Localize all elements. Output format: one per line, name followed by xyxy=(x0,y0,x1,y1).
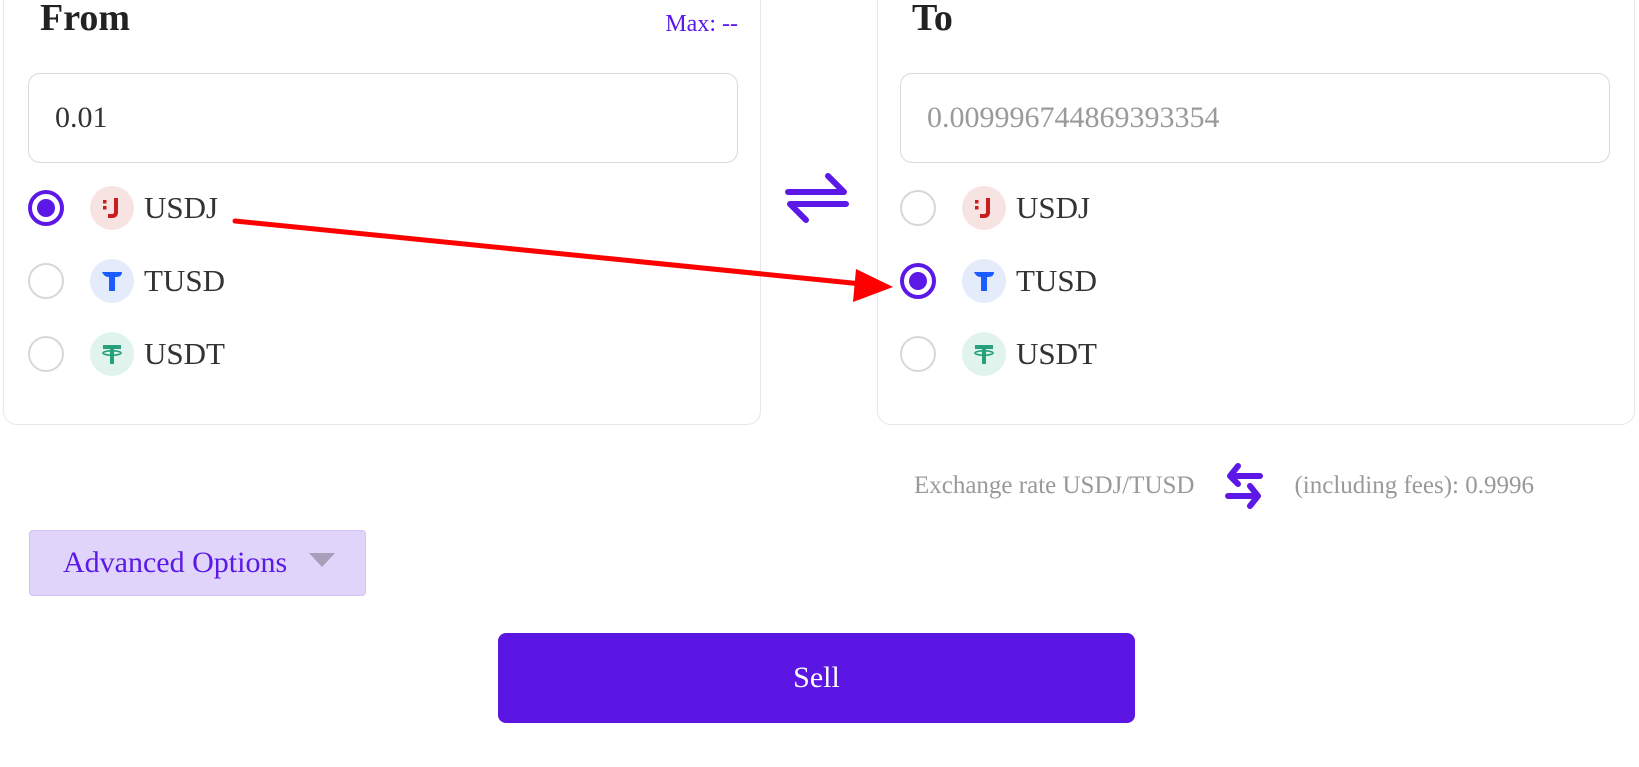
exchange-rate-prefix: Exchange rate USDJ/TUSD xyxy=(913,472,1195,499)
sell-button[interactable]: Sell xyxy=(498,633,1135,723)
from-radio-usdt[interactable] xyxy=(28,335,64,372)
from-panel: From Max: -- USDJ xyxy=(3,0,761,425)
exchange-rate-line: Exchange rate USDJ/TUSD (including fees)… xyxy=(914,458,1534,514)
tusd-icon xyxy=(962,258,1006,303)
exchange-rate-suffix: (including fees): 0.9996 xyxy=(1294,472,1534,499)
to-amount-input[interactable] xyxy=(900,73,1610,163)
to-radio-usdt[interactable] xyxy=(900,335,936,372)
swap-rate-icon[interactable] xyxy=(1216,458,1272,514)
from-option-usdj[interactable]: USDJ xyxy=(28,171,225,244)
tusd-icon xyxy=(90,258,134,303)
from-option-label: TUSD xyxy=(144,262,225,298)
from-option-label: USDJ xyxy=(144,189,219,225)
advanced-options-button[interactable]: Advanced Options xyxy=(29,530,366,596)
from-option-tusd[interactable]: TUSD xyxy=(28,244,225,317)
from-token-list: USDJ TUSD USDT xyxy=(28,171,225,390)
from-option-usdt[interactable]: USDT xyxy=(28,317,225,390)
to-option-usdt[interactable]: USDT xyxy=(900,317,1097,390)
from-option-label: USDT xyxy=(144,335,225,371)
usdj-icon xyxy=(962,185,1006,230)
to-radio-usdj[interactable] xyxy=(900,189,936,226)
advanced-options-label: Advanced Options xyxy=(63,546,288,579)
swap-page: From Max: -- USDJ xyxy=(0,0,1639,767)
to-option-tusd[interactable]: TUSD xyxy=(900,244,1097,317)
to-option-label: USDJ xyxy=(1016,189,1091,225)
from-radio-usdj[interactable] xyxy=(28,189,64,226)
from-amount-input[interactable] xyxy=(28,73,738,163)
to-radio-tusd[interactable] xyxy=(900,262,936,299)
caret-down-icon xyxy=(309,553,336,567)
from-title: From xyxy=(40,0,131,39)
usdt-icon xyxy=(962,331,1006,376)
usdj-icon xyxy=(90,185,134,230)
to-option-label: USDT xyxy=(1016,335,1097,371)
to-title: To xyxy=(912,0,953,39)
usdt-icon xyxy=(90,331,134,376)
to-option-label: TUSD xyxy=(1016,262,1097,298)
to-panel: To USDJ xyxy=(877,0,1635,425)
to-token-list: USDJ TUSD USDT xyxy=(900,171,1097,390)
swap-direction-icon[interactable] xyxy=(780,168,854,228)
from-radio-tusd[interactable] xyxy=(28,262,64,299)
to-option-usdj[interactable]: USDJ xyxy=(900,171,1097,244)
max-label[interactable]: Max: -- xyxy=(665,11,738,38)
